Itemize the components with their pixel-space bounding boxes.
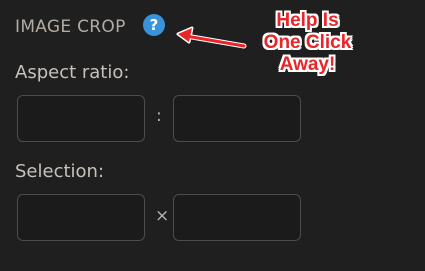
- selection-label: Selection:: [15, 161, 105, 182]
- annotation-line-1: Help Is: [276, 10, 339, 31]
- section-title: IMAGE CROP: [15, 17, 126, 37]
- help-icon[interactable]: ?: [143, 14, 165, 36]
- annotation-line-3: Away!: [279, 54, 336, 75]
- image-crop-panel: IMAGE CROP ? Aspect ratio: : Selection: …: [0, 0, 425, 271]
- aspect-ratio-label: Aspect ratio:: [15, 62, 130, 83]
- aspect-ratio-height-input[interactable]: [173, 95, 301, 142]
- help-annotation: Help Is One Click Away!: [240, 10, 375, 76]
- aspect-ratio-width-input[interactable]: [17, 95, 145, 142]
- selection-width-input[interactable]: [17, 194, 145, 241]
- red-arrow-icon: [176, 26, 247, 49]
- aspect-ratio-separator: :: [156, 106, 162, 126]
- annotation-line-2: One Click: [263, 32, 352, 53]
- selection-separator: ×: [155, 206, 170, 226]
- selection-height-input[interactable]: [173, 194, 301, 241]
